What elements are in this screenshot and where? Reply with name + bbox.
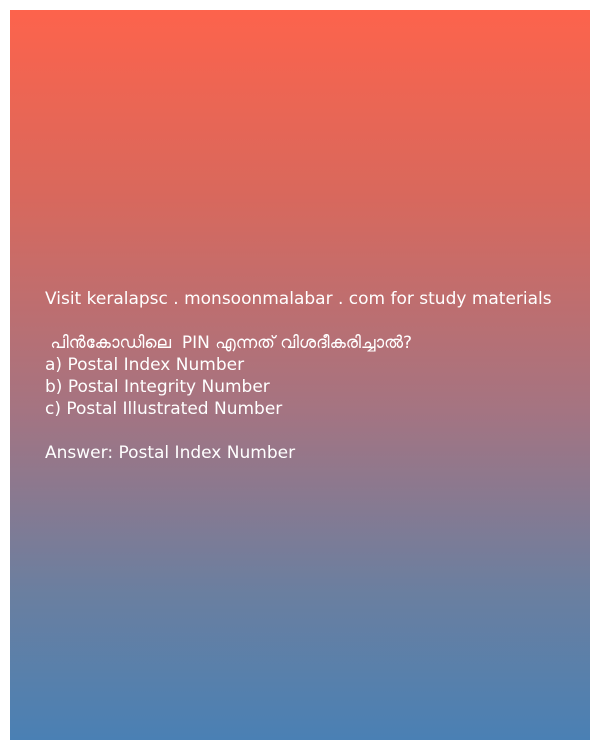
answer-text: Answer: Postal Index Number <box>45 443 296 463</box>
question-text: പിന്‍കോഡിലെ PIN എന്നത് വിശദീകരിച്ചാല്‍? <box>45 333 413 353</box>
option-c: c) Postal Illustrated Number <box>45 399 283 419</box>
option-a: a) Postal Index Number <box>45 355 245 375</box>
post-card: Visit keralapsc . monsoonmalabar . com f… <box>10 10 590 740</box>
visit-line: Visit keralapsc . monsoonmalabar . com f… <box>45 289 552 309</box>
post-content: Visit keralapsc . monsoonmalabar . com f… <box>45 288 585 464</box>
option-b: b) Postal Integrity Number <box>45 377 270 397</box>
